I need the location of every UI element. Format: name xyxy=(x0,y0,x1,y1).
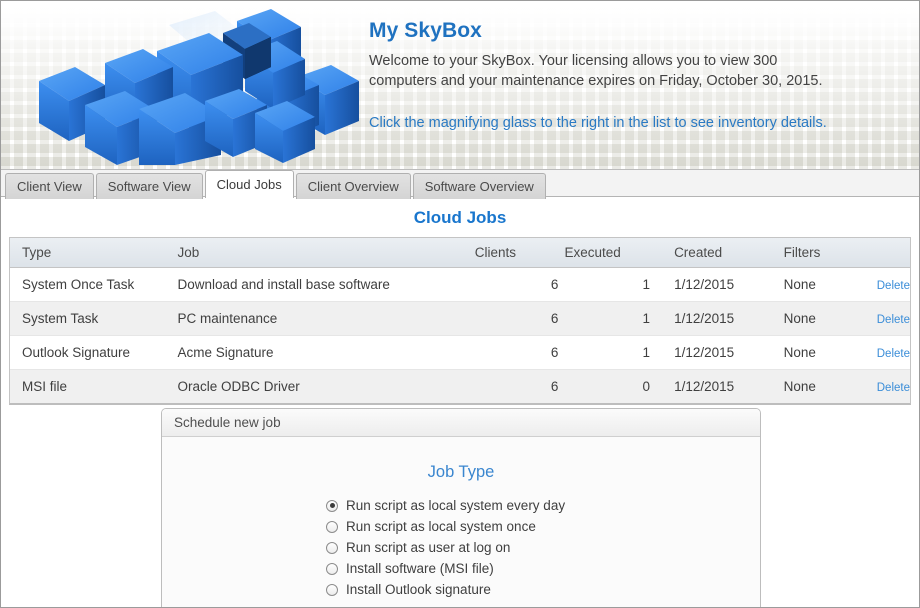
header-banner: My SkyBox Welcome to your SkyBox. Your l… xyxy=(1,1,919,170)
cell-created: 1/12/2015 xyxy=(668,369,778,403)
radio-icon[interactable] xyxy=(326,499,338,512)
tab-client-view[interactable]: Client View xyxy=(5,173,94,199)
radio-icon[interactable] xyxy=(326,541,338,554)
column-header-type[interactable]: Type xyxy=(10,238,178,268)
radio-option-install-outlook-signature[interactable]: Install Outlook signature xyxy=(326,582,596,597)
cell-created: 1/12/2015 xyxy=(668,301,778,336)
inventory-hint-text: Click the magnifying glass to the right … xyxy=(369,115,827,131)
banner-text-block: My SkyBox Welcome to your SkyBox. Your l… xyxy=(369,19,899,133)
cell-job: PC maintenance xyxy=(177,301,475,336)
cell-clients: 6 xyxy=(474,301,565,336)
table-row[interactable]: MSI file Oracle ODBC Driver 6 0 1/12/201… xyxy=(10,369,910,403)
tab-bar: Client View Software View Cloud Jobs Client… xyxy=(1,170,919,199)
schedule-new-job-panel: Schedule new job Job Type Run script as … xyxy=(161,408,761,607)
cell-type: MSI file xyxy=(10,369,178,403)
cell-action: Delete xyxy=(866,267,910,302)
cell-type: System Task xyxy=(10,301,178,336)
cell-executed: 0 xyxy=(564,369,669,403)
welcome-line-1: Welcome to your SkyBox. Your licensing a… xyxy=(369,53,778,69)
cell-clients: 6 xyxy=(474,369,565,403)
cell-filters: None xyxy=(777,369,867,403)
radio-label: Run script as local system every day xyxy=(346,498,566,513)
cell-executed: 1 xyxy=(564,267,669,302)
radio-icon[interactable] xyxy=(326,562,338,575)
cell-clients: 6 xyxy=(474,335,565,370)
table-row[interactable]: Outlook Signature Acme Signature 6 1 1/1… xyxy=(10,335,910,370)
radio-label: Install Outlook signature xyxy=(346,582,491,597)
cell-filters: None xyxy=(777,267,867,302)
delete-link[interactable]: Delete xyxy=(877,280,910,292)
cell-type: System Once Task xyxy=(10,267,178,302)
cloud-jobs-table: Type Job Clients Executed Created Filter… xyxy=(10,238,910,403)
table-header: Type Job Clients Executed Created Filter… xyxy=(10,238,910,268)
cell-filters: None xyxy=(777,301,867,336)
page-title: Cloud Jobs xyxy=(413,208,507,227)
delete-link[interactable]: Delete xyxy=(877,348,910,360)
delete-link[interactable]: Delete xyxy=(877,382,910,394)
main-content: Cloud Jobs Type Job Clients Executed Cre… xyxy=(1,208,919,405)
radio-label: Run script as local system once xyxy=(346,519,536,534)
column-header-job[interactable]: Job xyxy=(177,238,475,268)
cell-action: Delete xyxy=(866,369,910,403)
welcome-line-2: computers and your maintenance expires o… xyxy=(369,73,823,89)
panel-header: Schedule new job xyxy=(162,409,760,437)
cell-executed: 1 xyxy=(564,301,669,336)
column-header-actions xyxy=(866,238,910,268)
radio-option-run-script-local-system-once[interactable]: Run script as local system once xyxy=(326,519,596,534)
table-body: System Once Task Download and install ba… xyxy=(10,267,910,403)
radio-option-run-script-local-system-every-day[interactable]: Run script as local system every day xyxy=(326,498,596,513)
cell-created: 1/12/2015 xyxy=(668,267,778,302)
column-header-created[interactable]: Created xyxy=(668,238,778,268)
cell-action: Delete xyxy=(866,335,910,370)
column-header-clients[interactable]: Clients xyxy=(474,238,565,268)
cell-clients: 6 xyxy=(474,267,565,302)
tab-client-overview[interactable]: Client Overview xyxy=(295,173,411,199)
table-row[interactable]: System Once Task Download and install ba… xyxy=(10,267,910,302)
radio-option-run-script-as-user-at-log-on[interactable]: Run script as user at log on xyxy=(326,540,596,555)
delete-link[interactable]: Delete xyxy=(877,314,910,326)
tab-software-view[interactable]: Software View xyxy=(95,173,203,199)
radio-icon[interactable] xyxy=(326,583,338,596)
job-type-heading: Job Type xyxy=(427,463,495,481)
tab-cloud-jobs[interactable]: Cloud Jobs xyxy=(204,170,294,198)
cell-action: Delete xyxy=(866,301,910,336)
cloud-jobs-table-container: Type Job Clients Executed Created Filter… xyxy=(9,237,911,405)
cell-filters: None xyxy=(777,335,867,370)
tab-software-overview[interactable]: Software Overview xyxy=(412,173,546,199)
brand-title: My SkyBox xyxy=(369,19,482,42)
cell-type: Outlook Signature xyxy=(10,335,178,370)
cell-job: Download and install base software xyxy=(177,267,475,302)
cell-created: 1/12/2015 xyxy=(668,335,778,370)
column-header-filters[interactable]: Filters xyxy=(777,238,867,268)
table-header-row: Type Job Clients Executed Created Filter… xyxy=(10,238,910,268)
column-header-executed[interactable]: Executed xyxy=(564,238,669,268)
radio-option-install-software-msi[interactable]: Install software (MSI file) xyxy=(326,561,596,576)
cell-job: Oracle ODBC Driver xyxy=(177,369,475,403)
cell-executed: 1 xyxy=(564,335,669,370)
radio-label: Install software (MSI file) xyxy=(346,561,494,576)
job-type-radio-group: Run script as local system every day Run… xyxy=(326,498,596,597)
blue-cubes-graphic xyxy=(9,5,369,165)
panel-body: Job Type Run script as local system ever… xyxy=(162,437,760,607)
radio-label: Run script as user at log on xyxy=(346,540,511,555)
cell-job: Acme Signature xyxy=(177,335,475,370)
table-row[interactable]: System Task PC maintenance 6 1 1/12/2015… xyxy=(10,301,910,336)
skybox-page: My SkyBox Welcome to your SkyBox. Your l… xyxy=(0,0,920,608)
radio-icon[interactable] xyxy=(326,520,338,533)
